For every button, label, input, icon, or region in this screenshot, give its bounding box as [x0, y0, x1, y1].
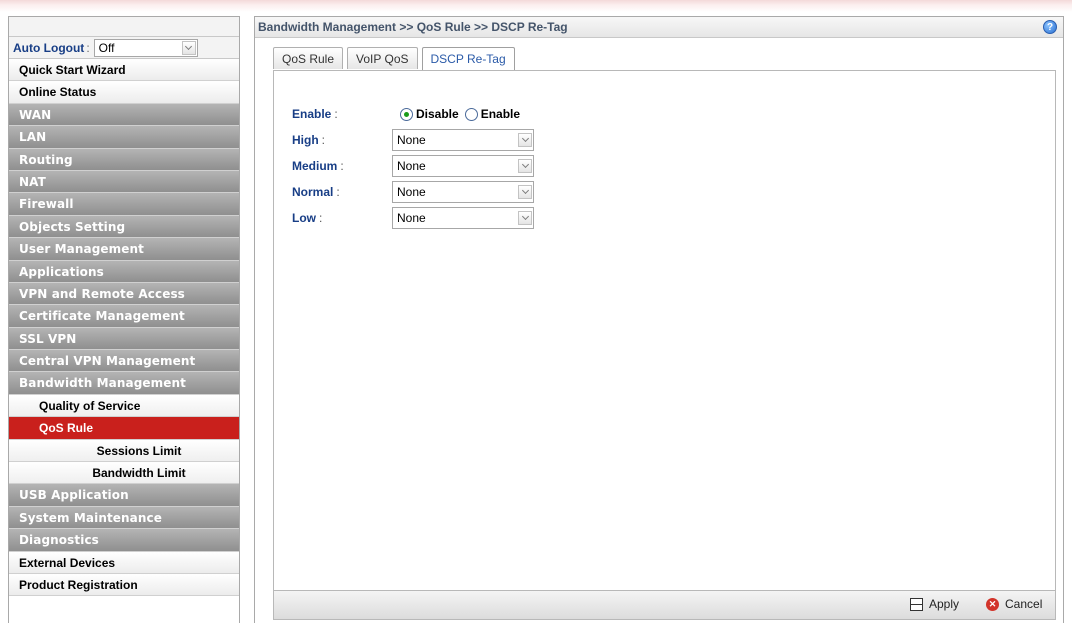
auto-logout-label: Auto Logout — [13, 40, 85, 55]
sidebar-item-user-management[interactable]: User Management — [9, 238, 239, 261]
sidebar-item-external-devices[interactable]: External Devices — [9, 551, 239, 574]
chevron-down-icon[interactable] — [518, 185, 532, 199]
tab-dscp-re-tag[interactable]: DSCP Re-Tag — [421, 47, 515, 71]
sidebar-item-ssl-vpn[interactable]: SSL VPN — [9, 327, 239, 351]
sidebar-item-central-vpn-management[interactable]: Central VPN Management — [9, 350, 239, 373]
top-decoration — [0, 0, 1072, 12]
normal-value: None — [397, 185, 426, 199]
save-icon — [910, 597, 923, 611]
breadcrumb-bar: Bandwidth Management >> QoS Rule >> DSCP… — [255, 17, 1063, 38]
enable-radio-label[interactable]: Enable — [481, 107, 520, 121]
disable-radio-label[interactable]: Disable — [416, 107, 459, 121]
high-label: High: — [292, 133, 326, 147]
sidebar-item-system-maintenance[interactable]: System Maintenance — [9, 506, 239, 530]
auto-logout-colon: : — [86, 40, 90, 55]
normal-select[interactable]: None — [392, 181, 534, 203]
medium-select[interactable]: None — [392, 155, 534, 177]
tab-voip-qos[interactable]: VoIP QoS — [347, 47, 418, 69]
sidebar-item-product-registration[interactable]: Product Registration — [9, 573, 239, 597]
sidebar-item-certificate-management[interactable]: Certificate Management — [9, 305, 239, 328]
disable-radio[interactable] — [400, 107, 413, 121]
high-row: High: None — [292, 127, 534, 153]
footer-bar: Apply ✕ Cancel — [274, 590, 1055, 619]
chevron-down-icon[interactable] — [518, 159, 532, 173]
auto-logout-select[interactable]: Off — [93, 38, 198, 57]
sidebar-item-nat[interactable]: NAT — [9, 170, 239, 194]
medium-value: None — [397, 159, 426, 173]
sidebar-item-lan[interactable]: LAN — [9, 126, 239, 149]
sidebar-item-bandwidth-management[interactable]: Bandwidth Management — [9, 372, 239, 395]
sidebar-item-sessions-limit[interactable]: Sessions Limit — [9, 439, 239, 463]
sidebar-header — [9, 17, 239, 37]
sidebar-item-applications[interactable]: Applications — [9, 260, 239, 283]
apply-button[interactable]: Apply — [910, 597, 959, 611]
high-select[interactable]: None — [392, 129, 534, 151]
enable-row: Enable: Disable Enable — [292, 101, 534, 127]
tab-strip: QoS Rule VoIP QoS DSCP Re-Tag — [273, 47, 519, 71]
chevron-down-icon[interactable] — [518, 133, 532, 147]
sidebar-item-firewall[interactable]: Firewall — [9, 193, 239, 216]
tab-qos-rule[interactable]: QoS Rule — [273, 47, 344, 69]
low-value: None — [397, 211, 426, 225]
cancel-icon: ✕ — [986, 597, 999, 611]
sidebar-item-bandwidth-limit[interactable]: Bandwidth Limit — [9, 462, 239, 485]
sidebar-item-routing[interactable]: Routing — [9, 148, 239, 171]
sidebar-item-diagnostics[interactable]: Diagnostics — [9, 529, 239, 552]
cancel-label: Cancel — [1005, 597, 1043, 611]
normal-label: Normal: — [292, 185, 340, 199]
medium-label: Medium: — [292, 159, 344, 173]
chevron-down-icon[interactable] — [518, 211, 532, 225]
chevron-down-icon[interactable] — [181, 40, 196, 55]
sidebar-menu: Quick Start Wizard Online Status WAN LAN Rou… — [9, 59, 239, 597]
low-row: Low: None — [292, 205, 534, 231]
dscp-form: Enable: Disable Enable High: None Medium… — [292, 101, 534, 231]
normal-row: Normal: None — [292, 179, 534, 205]
sidebar: Auto Logout : Off Quick Start Wizard Onli… — [8, 16, 240, 623]
apply-label: Apply — [929, 597, 960, 611]
cancel-button[interactable]: ✕ Cancel — [986, 597, 1042, 611]
sidebar-item-objects-setting[interactable]: Objects Setting — [9, 215, 239, 239]
content-box: Enable: Disable Enable High: None Medium… — [273, 70, 1056, 620]
sidebar-item-qos-rule[interactable]: QoS Rule — [9, 417, 239, 440]
sidebar-item-quick-start-wizard[interactable]: Quick Start Wizard — [9, 59, 239, 82]
sidebar-item-usb-application[interactable]: USB Application — [9, 484, 239, 507]
main-panel: Bandwidth Management >> QoS Rule >> DSCP… — [254, 16, 1064, 623]
sidebar-item-quality-of-service[interactable]: Quality of Service — [9, 394, 239, 418]
enable-radio-group: Disable Enable — [392, 107, 520, 121]
question-icon[interactable]: ? — [1043, 20, 1057, 34]
high-value: None — [397, 133, 426, 147]
sidebar-item-online-status[interactable]: Online Status — [9, 81, 239, 104]
low-label: Low: — [292, 211, 323, 225]
low-select[interactable]: None — [392, 207, 534, 229]
auto-logout-value: Off — [98, 40, 115, 55]
enable-label: Enable: — [292, 107, 338, 121]
medium-row: Medium: None — [292, 153, 534, 179]
sidebar-item-vpn-and-remote-access[interactable]: VPN and Remote Access — [9, 282, 239, 306]
enable-radio[interactable] — [464, 107, 478, 121]
auto-logout-row: Auto Logout : Off — [9, 37, 239, 59]
sidebar-item-wan[interactable]: WAN — [9, 103, 239, 127]
breadcrumb: Bandwidth Management >> QoS Rule >> DSCP… — [258, 20, 568, 34]
